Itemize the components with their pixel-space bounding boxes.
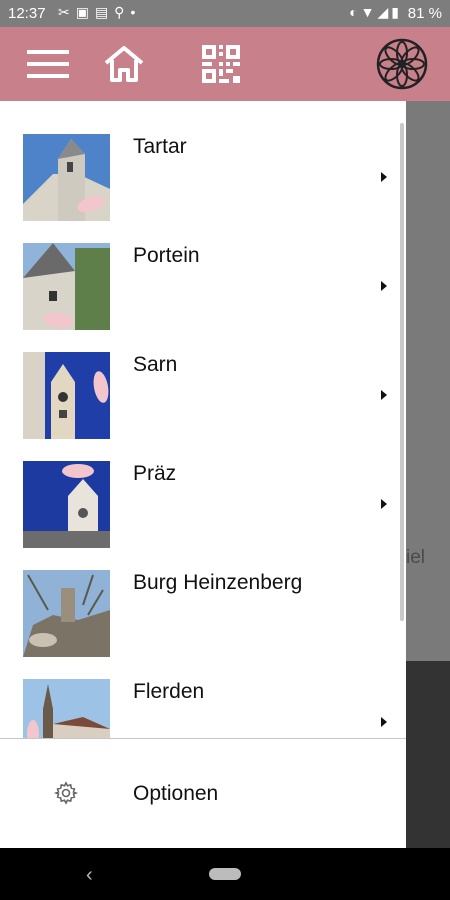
location-name: Burg Heinzenberg — [133, 571, 303, 594]
location-thumbnail — [23, 352, 110, 439]
chevron-right-icon — [381, 499, 387, 509]
system-icons: ◐▼◢▮ — [349, 4, 402, 20]
brand-logo — [374, 27, 430, 101]
location-name: Präz — [133, 462, 177, 485]
location-list: Tartar Portein Sarn Präz Burg Heinzenber… — [0, 101, 406, 738]
battery-level: 81 % — [407, 5, 442, 22]
location-thumbnail — [23, 461, 110, 548]
location-thumbnail — [23, 134, 110, 221]
location-name: Sarn — [133, 353, 178, 376]
list-scrollbar[interactable] — [400, 123, 404, 621]
home-pill[interactable] — [209, 868, 241, 880]
location-name: Tartar — [133, 135, 187, 158]
status-time: 12:37 — [8, 5, 46, 22]
gear-icon — [54, 781, 78, 805]
location-thumbnail — [23, 243, 110, 330]
list-item[interactable]: Portein — [0, 210, 406, 330]
app-bar — [0, 27, 450, 101]
list-item[interactable]: Sarn — [0, 319, 406, 439]
list-item[interactable]: Burg Heinzenberg — [0, 537, 406, 657]
hamburger-icon — [27, 50, 69, 78]
qr-scan-button[interactable] — [195, 27, 247, 101]
chevron-right-icon — [381, 172, 387, 182]
options-menu-item[interactable]: Optionen — [0, 739, 406, 848]
chevron-right-icon — [381, 717, 387, 727]
flower-logo-icon — [376, 38, 428, 90]
list-item[interactable]: Präz — [0, 428, 406, 548]
options-label: Optionen — [133, 782, 219, 805]
list-item[interactable]: Tartar — [0, 101, 406, 221]
home-icon — [104, 46, 144, 82]
background-text: iel — [406, 547, 426, 568]
chevron-right-icon — [381, 281, 387, 291]
location-thumbnail — [23, 570, 110, 657]
navigation-drawer: Tartar Portein Sarn Präz Burg Heinzenber… — [0, 101, 406, 848]
qr-code-icon — [202, 45, 240, 83]
chevron-right-icon — [381, 390, 387, 400]
home-button[interactable] — [98, 27, 150, 101]
menu-button[interactable] — [22, 27, 74, 101]
list-item[interactable]: Flerden — [0, 646, 406, 738]
location-name: Portein — [133, 244, 200, 267]
notification-icons: ✂▣▤⚲• — [58, 4, 142, 20]
background-content: iel — [406, 101, 450, 848]
location-thumbnail — [23, 679, 110, 738]
status-bar: 12:37 ✂▣▤⚲• ◐▼◢▮ 81 % — [0, 0, 450, 27]
background-image — [406, 661, 450, 848]
system-nav-bar: ‹ — [0, 848, 450, 900]
back-icon[interactable]: ‹ — [86, 864, 93, 887]
location-name: Flerden — [133, 680, 205, 703]
